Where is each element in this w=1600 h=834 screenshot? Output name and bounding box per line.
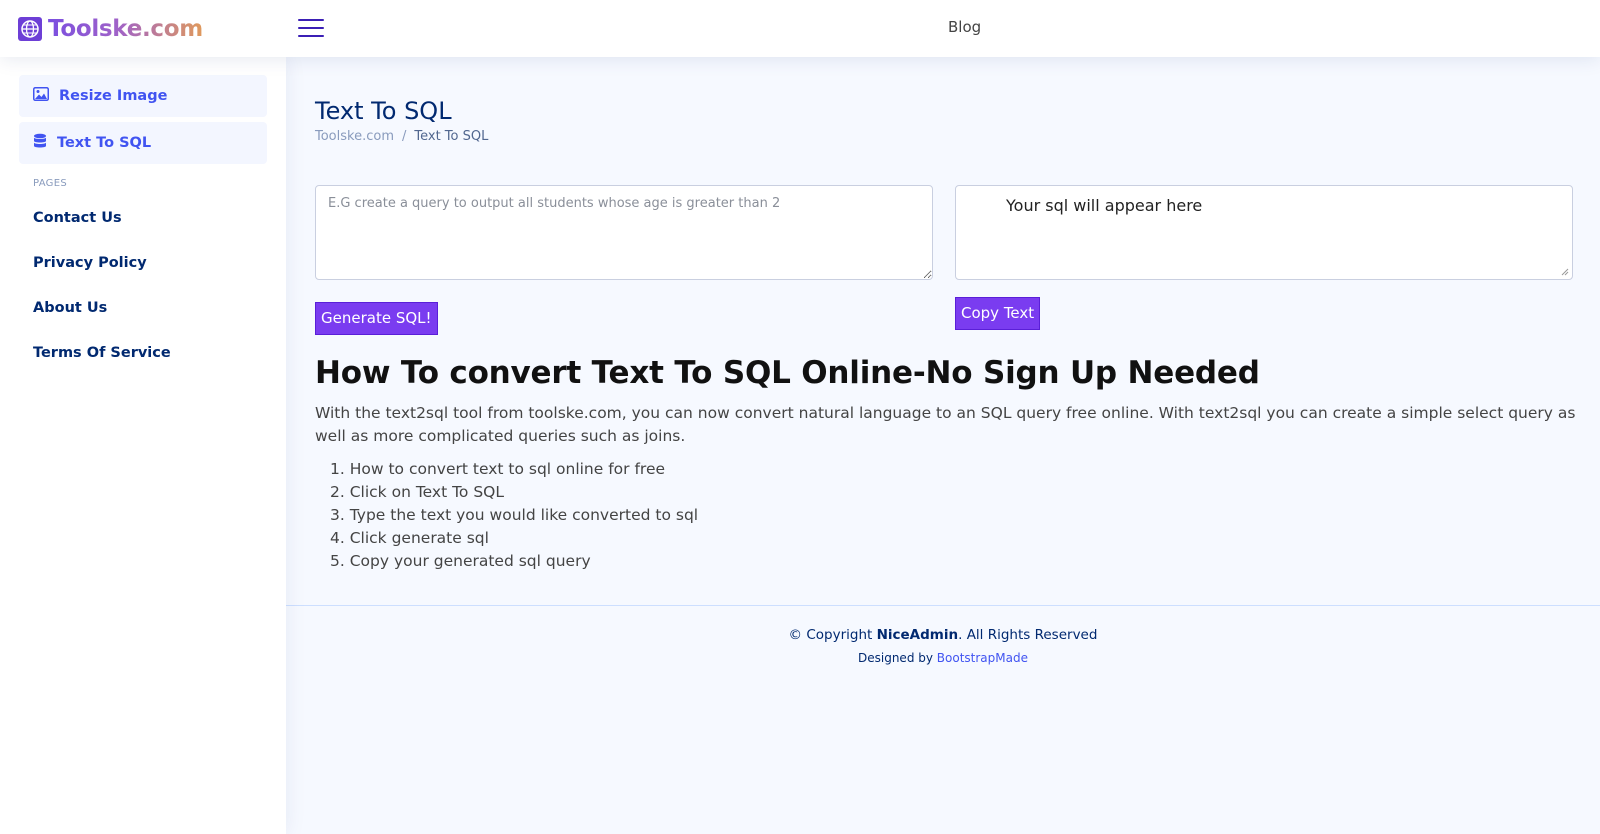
article-paragraph: With the text2sql tool from toolske.com,… — [315, 404, 1576, 445]
sidebar-link-privacy-policy[interactable]: Privacy Policy — [19, 240, 267, 285]
sidebar-item-label: Resize Image — [59, 88, 168, 104]
globe-logo-icon — [18, 16, 42, 41]
breadcrumb: Toolske.com / Text To SQL — [315, 129, 488, 144]
copy-text-button[interactable]: Copy Text — [955, 297, 1041, 330]
sidebar-item-label: Text To SQL — [57, 135, 152, 151]
credits: Designed by BootstrapMade — [858, 651, 1028, 665]
sidebar-item-text-to-sql[interactable]: Text To SQL — [19, 122, 267, 164]
steps-list: 1. How to convert text to sql online for… — [330, 458, 698, 573]
text-input[interactable] — [315, 185, 933, 280]
sidebar-link-contact-us[interactable]: Contact Us — [19, 195, 267, 240]
sidebar-section-heading: PAGES — [33, 178, 67, 189]
sql-output-text: Your sql will appear here — [1006, 196, 1203, 215]
resize-grip-icon[interactable] — [1561, 268, 1569, 276]
image-icon — [33, 87, 59, 105]
hamburger-menu-icon[interactable] — [298, 17, 324, 39]
sql-output[interactable]: Your sql will appear here — [955, 185, 1573, 280]
logo-text: Toolske.com — [48, 15, 203, 42]
database-icon — [33, 133, 57, 153]
page-title: Text To SQL — [315, 97, 452, 125]
breadcrumb-home[interactable]: Toolske.com — [315, 129, 394, 144]
sidebar: Resize Image Text To SQL PAGES Contact U… — [0, 57, 286, 834]
nav-link-blog[interactable]: Blog — [948, 18, 981, 36]
article-title: How To convert Text To SQL Online-No Sig… — [315, 355, 1260, 391]
top-header: Toolske.com Blog — [0, 0, 1600, 57]
sidebar-link-terms-of-service[interactable]: Terms Of Service — [19, 330, 267, 375]
sidebar-item-resize-image[interactable]: Resize Image — [19, 75, 267, 117]
breadcrumb-current: Text To SQL — [414, 129, 489, 144]
list-item: 3. Type the text you would like converte… — [330, 506, 699, 524]
generate-sql-button[interactable]: Generate SQL! — [315, 302, 438, 335]
list-item: 1. How to convert text to sql online for… — [330, 460, 666, 478]
breadcrumb-separator: / — [401, 129, 407, 144]
copyright-brand: NiceAdmin — [876, 627, 959, 643]
list-item: 4. Click generate sql — [330, 529, 489, 547]
site-logo[interactable]: Toolske.com — [18, 15, 203, 42]
list-item: 2. Click on Text To SQL — [330, 483, 505, 501]
designer-link[interactable]: BootstrapMade — [937, 651, 1028, 665]
list-item: 5. Copy your generated sql query — [330, 552, 591, 570]
copyright: © Copyright NiceAdmin. All Rights Reserv… — [788, 627, 1098, 643]
sidebar-link-about-us[interactable]: About Us — [19, 285, 267, 330]
footer: © Copyright NiceAdmin. All Rights Reserv… — [286, 605, 1600, 665]
